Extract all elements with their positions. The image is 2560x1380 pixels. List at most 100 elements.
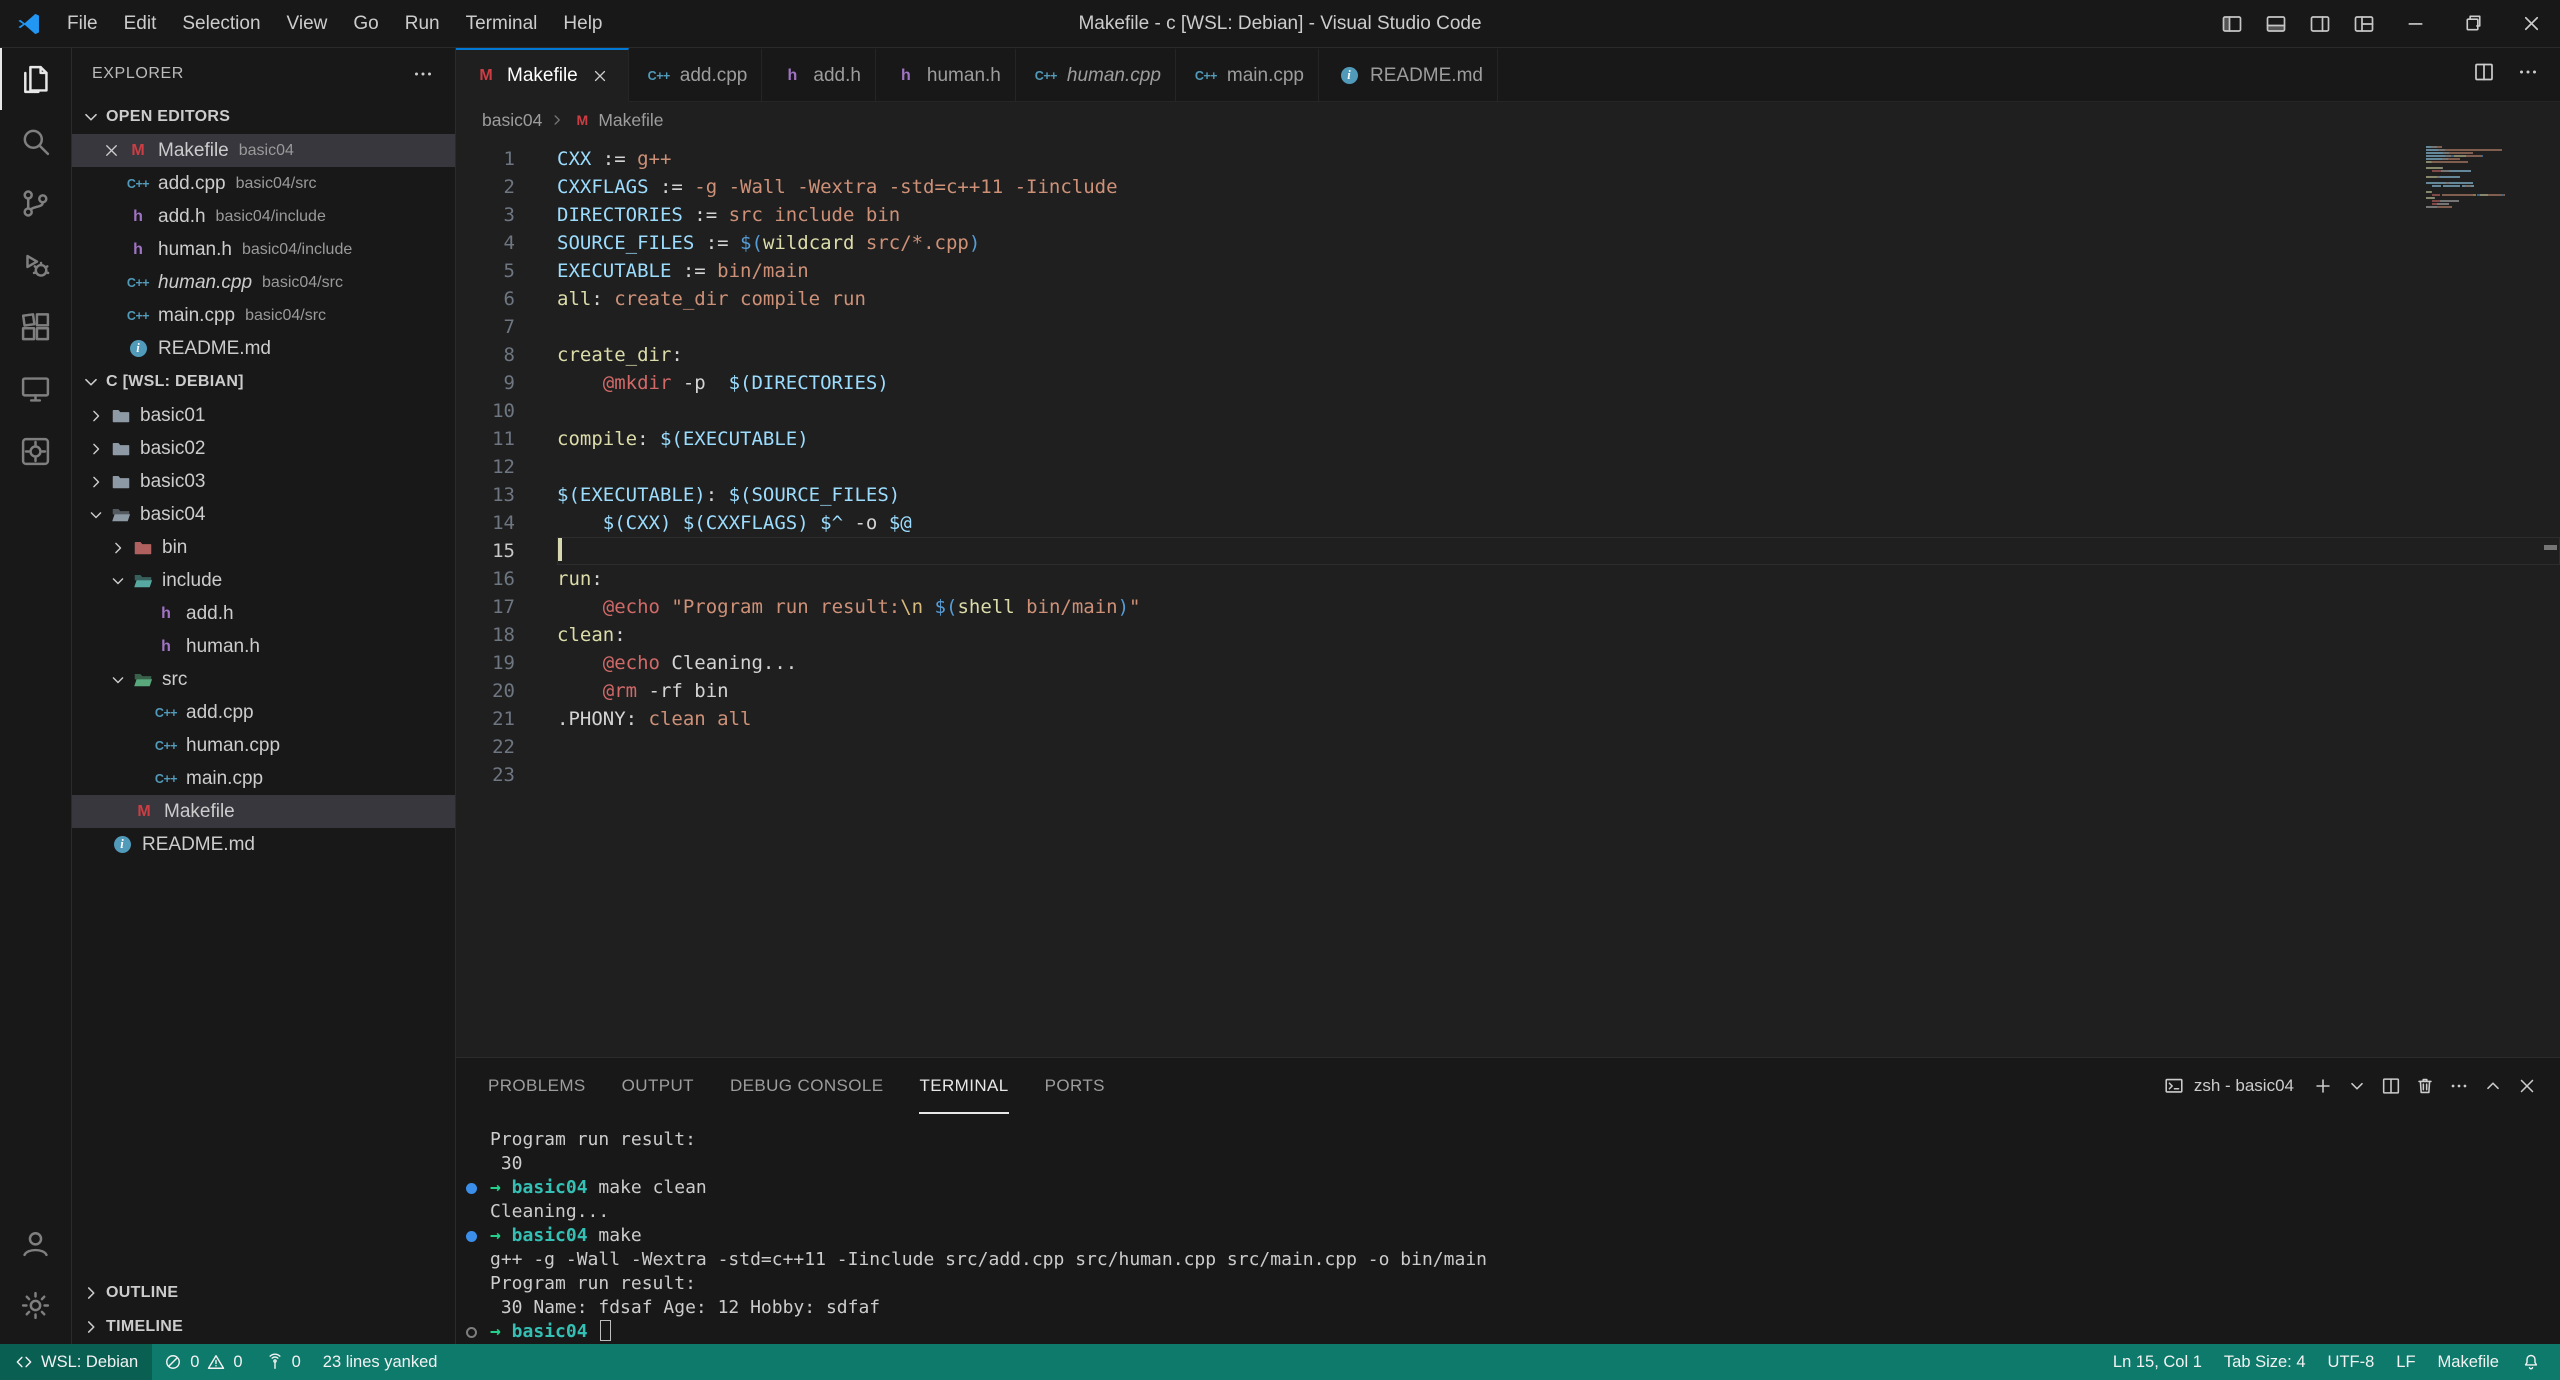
activity-item-run-debug[interactable] <box>0 234 71 296</box>
code-line-5: EXECUTABLE := bin/main <box>557 257 2560 285</box>
open-editor-item-README.md[interactable]: iREADME.md <box>72 332 455 365</box>
menu-view[interactable]: View <box>274 7 341 40</box>
language-mode[interactable]: Makefile <box>2427 1344 2510 1380</box>
layout-customize-button[interactable] <box>2342 0 2386 47</box>
menu-help[interactable]: Help <box>550 7 615 40</box>
close-tab-button[interactable] <box>586 62 614 90</box>
command-decoration[interactable] <box>466 1183 477 1194</box>
tab-add.h[interactable]: hadd.h <box>762 48 876 102</box>
breadcrumb-item-basic04[interactable]: basic04 <box>482 110 542 131</box>
command-decoration[interactable] <box>466 1327 477 1338</box>
tree-item-add.h[interactable]: hadd.h <box>72 597 455 630</box>
open-editor-item-main.cpp[interactable]: C++main.cppbasic04/src <box>72 299 455 332</box>
split-terminal-button[interactable] <box>2374 1069 2408 1103</box>
split-editor-button[interactable] <box>2462 60 2506 89</box>
menu-selection[interactable]: Selection <box>169 7 273 40</box>
editor-code[interactable]: CXX := g++CXXFLAGS := -g -Wall -Wextra -… <box>557 145 2560 1057</box>
maximize-panel-button[interactable] <box>2476 1069 2510 1103</box>
tree-item-include[interactable]: include <box>72 564 455 597</box>
activity-item-explorer[interactable] <box>0 48 71 110</box>
open-editor-item-add.cpp[interactable]: C++add.cppbasic04/src <box>72 167 455 200</box>
tab-add.cpp[interactable]: C++add.cpp <box>629 48 763 102</box>
terminal-profile-dropdown[interactable] <box>2340 1069 2374 1103</box>
activity-item-extensions[interactable] <box>0 296 71 358</box>
tab-README.md[interactable]: iREADME.md <box>1319 48 1498 102</box>
sidebar-more-actions-icon[interactable] <box>411 62 435 86</box>
open-editors-header[interactable]: OPEN EDITORS <box>72 100 455 134</box>
tree-item-human.h[interactable]: hhuman.h <box>72 630 455 663</box>
tab-human.cpp[interactable]: C++human.cpp <box>1016 48 1176 102</box>
activity-item-remote-targets[interactable] <box>0 420 71 482</box>
panel-tab-output[interactable]: OUTPUT <box>622 1058 694 1114</box>
close-panel-button[interactable] <box>2510 1069 2544 1103</box>
command-decoration[interactable] <box>466 1231 477 1242</box>
tab-Makefile[interactable]: MMakefile <box>456 48 629 102</box>
close-window-button[interactable] <box>2502 0 2560 47</box>
open-editor-item-Makefile[interactable]: MMakefilebasic04 <box>72 134 455 167</box>
activity-item-source-control[interactable] <box>0 172 71 234</box>
panel-tab-debug-console[interactable]: DEBUG CONSOLE <box>730 1058 884 1114</box>
new-terminal-button[interactable] <box>2306 1069 2340 1103</box>
problems-status[interactable]: 00 <box>152 1344 253 1380</box>
close-editor-button[interactable] <box>96 134 126 167</box>
activity-item-settings-gear[interactable] <box>0 1274 71 1336</box>
menu-edit[interactable]: Edit <box>111 7 170 40</box>
kill-terminal-button[interactable] <box>2408 1069 2442 1103</box>
tree-item-basic01[interactable]: basic01 <box>72 399 455 432</box>
activity-item-account[interactable] <box>0 1212 71 1274</box>
encoding[interactable]: UTF-8 <box>2317 1344 2386 1380</box>
panel-tab-terminal[interactable]: TERMINAL <box>919 1058 1008 1114</box>
layout-sidebar-right-button[interactable] <box>2298 0 2342 47</box>
notifications[interactable] <box>2510 1344 2552 1380</box>
minimize-button[interactable] <box>2386 0 2444 47</box>
open-editor-item-human.h[interactable]: hhuman.hbasic04/include <box>72 233 455 266</box>
ports-forwarded[interactable]: 0 <box>254 1344 312 1380</box>
tree-item-basic04[interactable]: basic04 <box>72 498 455 531</box>
tree-item-README.md[interactable]: iREADME.md <box>72 828 455 861</box>
tree-item-main.cpp[interactable]: C++main.cpp <box>72 762 455 795</box>
layout-sidebar-left-button[interactable] <box>2210 0 2254 47</box>
maximize-restore-button[interactable] <box>2444 0 2502 47</box>
tree-item-basic03[interactable]: basic03 <box>72 465 455 498</box>
eol[interactable]: LF <box>2385 1344 2426 1380</box>
layout-panel-button[interactable] <box>2254 0 2298 47</box>
folder-icon <box>110 438 132 460</box>
activity-item-remote-explorer[interactable] <box>0 358 71 420</box>
tab-human.h[interactable]: hhuman.h <box>876 48 1016 102</box>
cursor-position[interactable]: Ln 15, Col 1 <box>2102 1344 2213 1380</box>
chevron-right-icon <box>548 111 566 129</box>
workspace-header[interactable]: C [WSL: DEBIAN] <box>72 365 455 399</box>
tree-item-src[interactable]: src <box>72 663 455 696</box>
tree-item-add.cpp[interactable]: C++add.cpp <box>72 696 455 729</box>
panel-tab-ports[interactable]: PORTS <box>1045 1058 1105 1114</box>
editor[interactable]: 1234567891011121314151617181920212223 CX… <box>456 138 2560 1057</box>
menu-file[interactable]: File <box>54 7 111 40</box>
breadcrumb-item-Makefile[interactable]: MMakefile <box>572 109 663 131</box>
terminal-selector[interactable]: zsh - basic04 <box>2163 1075 2294 1097</box>
line-number: 7 <box>456 313 515 341</box>
tree-item-human.cpp[interactable]: C++human.cpp <box>72 729 455 762</box>
menu-terminal[interactable]: Terminal <box>453 7 551 40</box>
menu-run[interactable]: Run <box>392 7 453 40</box>
line-number: 11 <box>456 425 515 453</box>
editor-more-actions[interactable] <box>2506 60 2550 89</box>
section-outline[interactable]: OUTLINE <box>72 1276 455 1310</box>
activity-item-search[interactable] <box>0 110 71 172</box>
tree-item-Makefile[interactable]: MMakefile <box>72 795 455 828</box>
panel-more-actions[interactable] <box>2442 1069 2476 1103</box>
tree-item-basic02[interactable]: basic02 <box>72 432 455 465</box>
close-icon[interactable] <box>102 141 121 160</box>
section-timeline[interactable]: TIMELINE <box>72 1310 455 1344</box>
menu-go[interactable]: Go <box>340 7 391 40</box>
indentation[interactable]: Tab Size: 4 <box>2213 1344 2317 1380</box>
tab-main.cpp[interactable]: C++main.cpp <box>1176 48 1319 102</box>
minimize-icon <box>2404 12 2427 35</box>
close-icon[interactable] <box>591 67 609 85</box>
tree-item-bin[interactable]: bin <box>72 531 455 564</box>
panel-tab-problems[interactable]: PROBLEMS <box>488 1058 586 1114</box>
open-editor-item-human.cpp[interactable]: C++human.cppbasic04/src <box>72 266 455 299</box>
open-editor-item-add.h[interactable]: hadd.hbasic04/include <box>72 200 455 233</box>
remote-indicator[interactable]: WSL: Debian <box>0 1344 152 1380</box>
terminal[interactable]: Program run result: 30→ basic04 make cle… <box>456 1114 2560 1344</box>
line-numbers-gutter[interactable]: 1234567891011121314151617181920212223 <box>456 145 557 1057</box>
